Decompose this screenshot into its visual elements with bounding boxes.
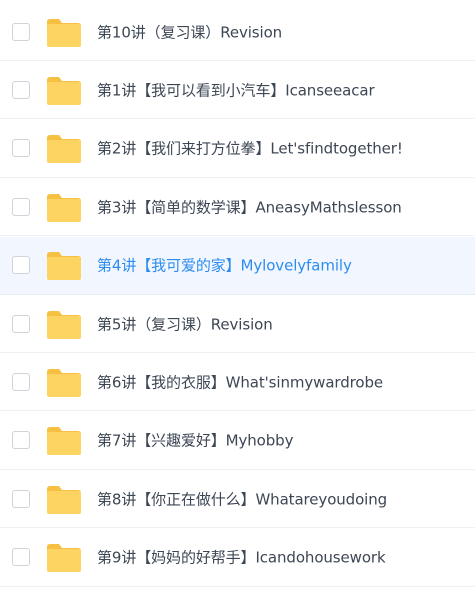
- row-checkbox[interactable]: [12, 80, 30, 99]
- folder-row[interactable]: 第9讲【妈妈的好帮手】Icandohousework: [0, 529, 475, 587]
- folder-name: 第7讲【兴趣爱好】Myhobby: [97, 431, 294, 450]
- row-checkbox[interactable]: [12, 489, 30, 508]
- folder-row[interactable]: 第10讲（复习课）Revision: [0, 3, 475, 61]
- folder-icon: [46, 18, 82, 48]
- row-checkbox[interactable]: [12, 22, 30, 41]
- folder-row[interactable]: 第4讲【我可爱的家】Mylovelyfamily: [0, 236, 475, 295]
- folder-icon: [46, 76, 82, 106]
- folder-name: 第5讲（复习课）Revision: [97, 315, 273, 333]
- folder-icon: [46, 485, 82, 515]
- folder-name: 第1讲【我可以看到小汽车】Icanseeacar: [97, 81, 375, 100]
- folder-name: 第3讲【简单的数学课】AneasyMathslesson: [97, 198, 402, 217]
- folder-icon: [46, 134, 82, 164]
- folder-row[interactable]: 第6讲【我的衣服】What'sinmywardrobe: [0, 353, 475, 412]
- row-checkbox[interactable]: [12, 548, 30, 567]
- folder-name: 第9讲【妈妈的好帮手】Icandohousework: [97, 548, 386, 567]
- folder-row[interactable]: 第8讲【你正在做什么】Whatareyoudoing: [0, 470, 475, 529]
- row-checkbox[interactable]: [12, 431, 30, 450]
- folder-name: 第10讲（复习课）Revision: [97, 23, 283, 41]
- folder-icon: [46, 310, 82, 340]
- folder-name: 第6讲【我的衣服】What'sinmywardrobe: [97, 373, 384, 392]
- file-list: 第10讲（复习课）Revision 第1讲【我可以看到小汽车】Icanseeac…: [0, 0, 475, 607]
- folder-icon: [46, 193, 82, 223]
- folder-row[interactable]: 第1讲【我可以看到小汽车】Icanseeacar: [0, 61, 475, 120]
- folder-icon: [46, 426, 82, 456]
- folder-name: 第4讲【我可爱的家】Mylovelyfamily: [97, 256, 352, 275]
- folder-icon: [46, 251, 82, 281]
- row-checkbox[interactable]: [12, 197, 30, 216]
- folder-row[interactable]: 第7讲【兴趣爱好】Myhobby: [0, 412, 475, 470]
- folder-icon: [46, 543, 82, 573]
- folder-row[interactable]: 第2讲【我们来打方位拳】Let'sfindtogether!: [0, 120, 475, 178]
- folder-name: 第2讲【我们来打方位拳】Let'sfindtogether!: [97, 139, 403, 158]
- row-checkbox[interactable]: [12, 139, 30, 158]
- row-checkbox[interactable]: [12, 372, 30, 391]
- folder-icon: [46, 368, 82, 398]
- row-checkbox[interactable]: [12, 256, 30, 275]
- row-checkbox[interactable]: [12, 314, 30, 333]
- folder-row[interactable]: 第3讲【简单的数学课】AneasyMathslesson: [0, 178, 475, 237]
- folder-name: 第8讲【你正在做什么】Whatareyoudoing: [97, 490, 388, 509]
- folder-row[interactable]: 第5讲（复习课）Revision: [0, 295, 475, 353]
